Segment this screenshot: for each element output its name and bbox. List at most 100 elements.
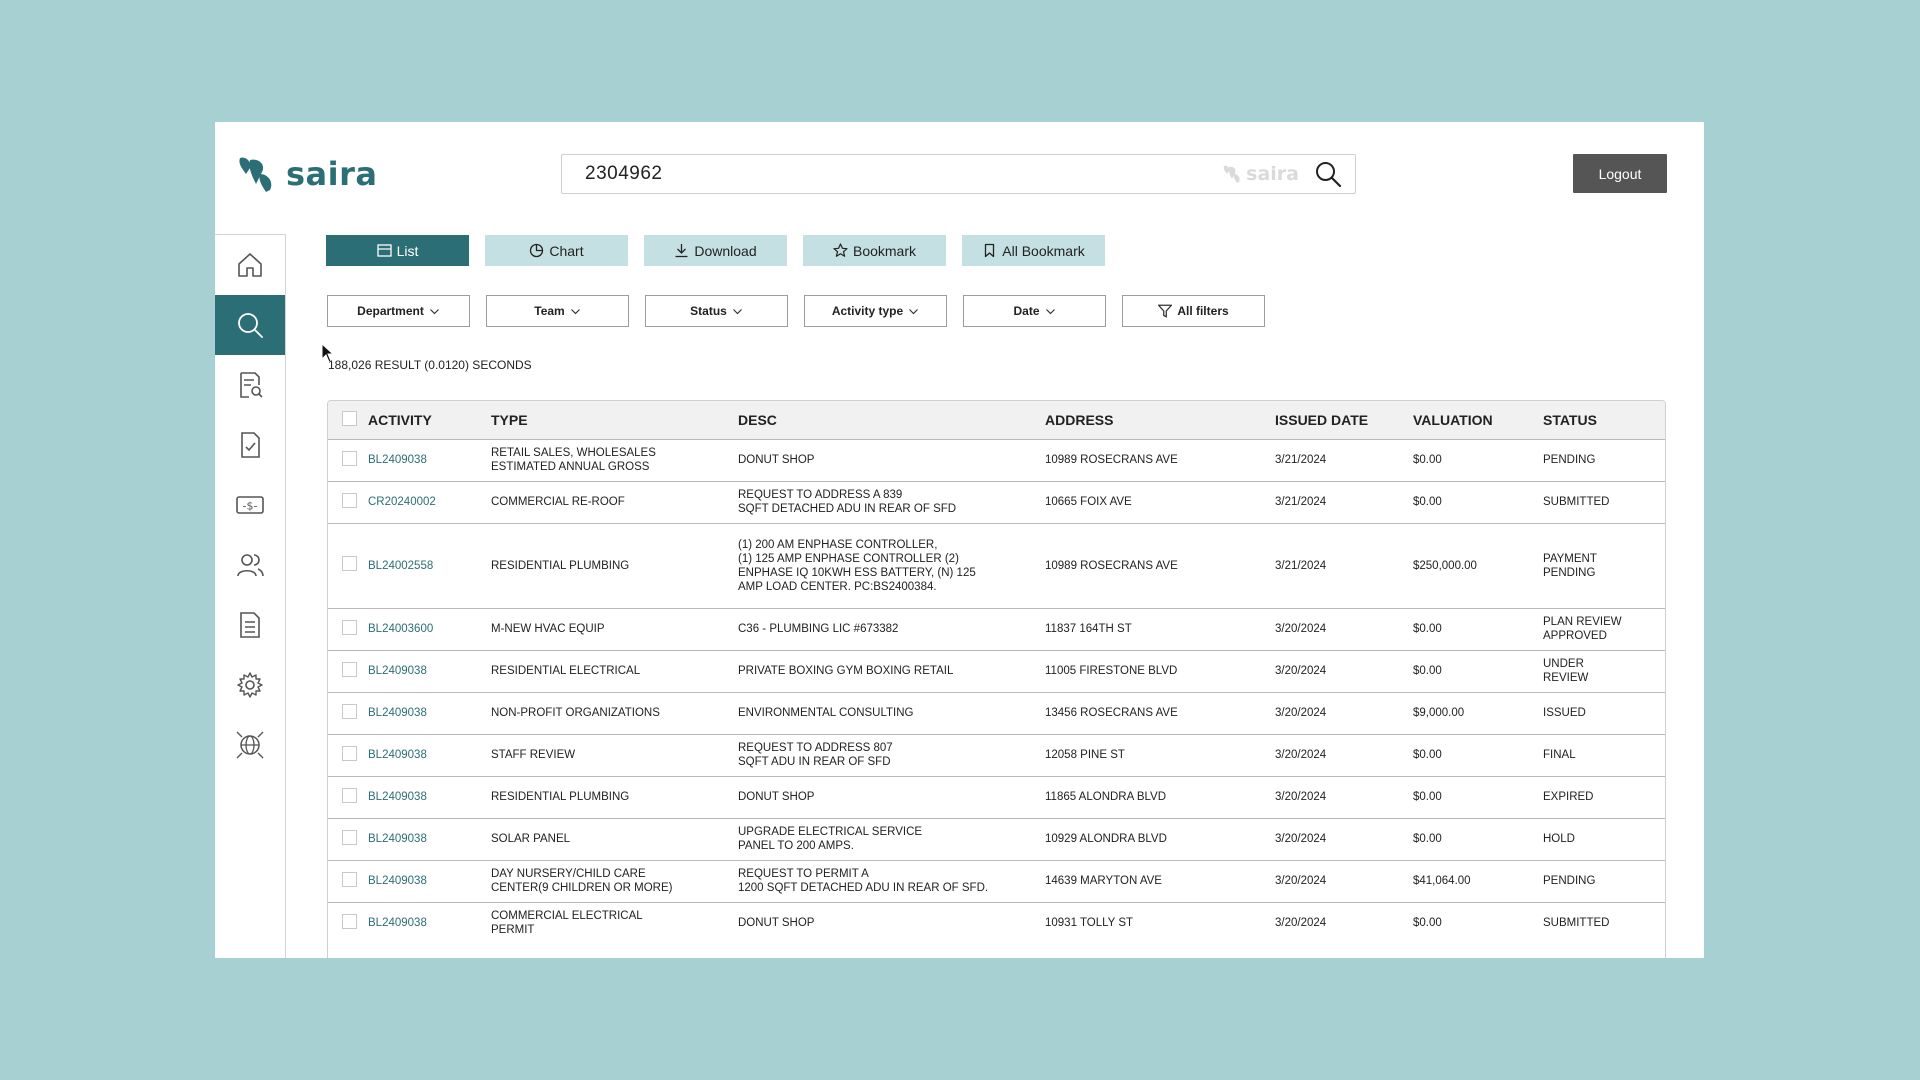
sidebar-item-users[interactable] bbox=[215, 535, 285, 595]
brand-logo[interactable]: saira bbox=[236, 154, 377, 194]
select-all-checkbox[interactable] bbox=[342, 410, 357, 426]
row-checkbox[interactable] bbox=[342, 829, 357, 845]
sidebar-item-documents[interactable] bbox=[215, 595, 285, 655]
column-header-issued-date[interactable]: ISSUED DATE bbox=[1275, 401, 1413, 439]
money-icon: -$- bbox=[236, 496, 264, 514]
table-row[interactable]: BL2409038 COMMERCIAL ELECTRICAL PERMIT DON… bbox=[328, 902, 1665, 944]
row-checkbox[interactable] bbox=[342, 745, 357, 761]
activity-type-filter-label: Activity type bbox=[831, 304, 904, 318]
sidebar-item-home[interactable] bbox=[215, 235, 285, 295]
sidebar-item-network[interactable] bbox=[215, 715, 285, 775]
row-checkbox[interactable] bbox=[342, 492, 357, 508]
cell-desc: DONUT SHOP bbox=[738, 917, 815, 930]
cell-desc: REQUEST TO ADDRESS A 839 SQFT DETACHED A… bbox=[738, 489, 957, 515]
column-header-type[interactable]: TYPE bbox=[491, 401, 738, 439]
table-row[interactable]: CR20240002 COMMERCIAL RE-ROOF REQUEST TO A… bbox=[328, 481, 1665, 523]
logout-button[interactable]: Logout bbox=[1573, 154, 1667, 193]
cell-activity[interactable]: BL2409038 bbox=[368, 692, 491, 734]
table-row[interactable]: BL2409038 STAFF REVIEW REQUEST TO ADDRESS … bbox=[328, 734, 1665, 776]
cell-valuation: $0.00 bbox=[1413, 791, 1442, 803]
column-header-status[interactable]: STATUS bbox=[1543, 401, 1665, 439]
cell-issued-date: 3/20/2024 bbox=[1275, 791, 1327, 803]
cell-type: DAY NURSERY/CHILD CARE CENTER(9 CHILDREN… bbox=[491, 868, 673, 894]
row-checkbox[interactable] bbox=[342, 450, 357, 466]
download-button[interactable]: Download bbox=[644, 235, 787, 266]
cell-valuation: $0.00 bbox=[1413, 917, 1442, 930]
department-filter-dropdown[interactable]: Department bbox=[327, 295, 470, 327]
column-header-activity[interactable]: ACTIVITY bbox=[368, 401, 491, 439]
search-input[interactable]: 2304962 bbox=[585, 163, 1222, 185]
row-select-cell bbox=[328, 692, 368, 734]
sidebar-item-settings[interactable] bbox=[215, 655, 285, 715]
row-checkbox[interactable] bbox=[342, 661, 357, 677]
cell-activity[interactable]: BL24002558 bbox=[368, 523, 491, 608]
bookmark-label: Bookmark bbox=[852, 242, 917, 259]
cell-activity[interactable]: BL2409038 bbox=[368, 860, 491, 902]
sidebar-item-payments[interactable]: -$- bbox=[215, 475, 285, 535]
list-view-button[interactable]: List bbox=[326, 235, 469, 266]
cell-valuation: $0.00 bbox=[1413, 749, 1442, 761]
cell-address: 10989 ROSECRANS AVE bbox=[1045, 559, 1178, 572]
team-filter-dropdown[interactable]: Team bbox=[486, 295, 629, 327]
sidebar-item-search[interactable] bbox=[215, 295, 285, 355]
cell-activity[interactable]: CR20240002 bbox=[368, 481, 491, 523]
bookmark-icon bbox=[985, 243, 995, 258]
column-header-desc[interactable]: DESC bbox=[738, 401, 1045, 439]
cell-valuation: $0.00 bbox=[1413, 833, 1442, 845]
cell-valuation: $0.00 bbox=[1413, 665, 1442, 677]
date-filter-label: Date bbox=[1013, 304, 1040, 318]
cell-address: 14639 MARYTON AVE bbox=[1045, 875, 1162, 887]
cell-activity[interactable]: BL2409038 bbox=[368, 650, 491, 692]
table-row[interactable]: BL24003600 M-NEW HVAC EQUIP C36 - PLUMBING… bbox=[328, 608, 1665, 650]
row-select-cell bbox=[328, 523, 368, 608]
table-row[interactable]: BL24002558 RESIDENTIAL PLUMBING (1) 200 AM… bbox=[328, 523, 1665, 608]
date-filter-dropdown[interactable]: Date bbox=[963, 295, 1106, 327]
cell-activity[interactable]: BL2409038 bbox=[368, 902, 491, 944]
column-header-address[interactable]: ADDRESS bbox=[1045, 401, 1275, 439]
column-header-valuation[interactable]: VALUATION bbox=[1413, 401, 1543, 439]
table-row[interactable]: BL2409038 RESIDENTIAL PLUMBING DONUT SHOP 1… bbox=[328, 776, 1665, 818]
row-checkbox[interactable] bbox=[342, 913, 357, 929]
cell-status: PLAN REVIEW APPROVED bbox=[1543, 616, 1622, 642]
row-checkbox[interactable] bbox=[342, 556, 357, 571]
bookmark-button[interactable]: Bookmark bbox=[803, 235, 946, 266]
chart-view-button[interactable]: Chart bbox=[485, 235, 628, 266]
table-row[interactable]: BL2409038 RESIDENTIAL ELECTRICAL PRIVATE B… bbox=[328, 650, 1665, 692]
cell-activity[interactable]: BL2409038 bbox=[368, 734, 491, 776]
cell-status: ISSUED bbox=[1543, 707, 1586, 719]
table-row[interactable]: BL2409038 NON-PROFIT ORGANIZATIONS ENVIRON… bbox=[328, 692, 1665, 734]
table-row[interactable]: BL2409038 DAY NURSERY/CHILD CARE CENTER(9… bbox=[328, 860, 1665, 902]
table-header-row: ACTIVITY TYPE DESC ADDRESS ISSUED DATE V… bbox=[328, 401, 1665, 439]
all-bookmark-button[interactable]: All Bookmark bbox=[962, 235, 1105, 266]
activity-type-filter-dropdown[interactable]: Activity type bbox=[804, 295, 947, 327]
table-row[interactable]: BL2409038 RETAIL SALES, WHOLESALES ESTIMA… bbox=[328, 439, 1665, 481]
cell-status: HOLD bbox=[1543, 833, 1575, 845]
cell-type: RESIDENTIAL PLUMBING bbox=[491, 791, 630, 803]
row-checkbox[interactable] bbox=[342, 871, 357, 887]
all-filters-button[interactable]: All filters bbox=[1122, 295, 1265, 327]
search-brand-watermark: saira bbox=[1222, 163, 1299, 185]
table-row[interactable]: BL2409038 SOLAR PANEL UPGRADE ELECTRICAL S… bbox=[328, 818, 1665, 860]
row-checkbox[interactable] bbox=[342, 703, 357, 719]
home-icon bbox=[238, 253, 262, 277]
cell-activity[interactable]: BL2409038 bbox=[368, 818, 491, 860]
settings-gear-icon bbox=[237, 672, 263, 698]
cell-type: STAFF REVIEW bbox=[491, 749, 576, 761]
cell-valuation: $250,000.00 bbox=[1413, 559, 1477, 572]
search-submit-icon[interactable] bbox=[1313, 159, 1343, 189]
sidebar-item-document-search[interactable] bbox=[215, 355, 285, 415]
row-select-cell bbox=[328, 481, 368, 523]
sidebar-item-document-check[interactable] bbox=[215, 415, 285, 475]
sidebar-nav: -$- bbox=[215, 234, 286, 958]
cell-activity[interactable]: BL24003600 bbox=[368, 608, 491, 650]
row-select-cell bbox=[328, 608, 368, 650]
select-all-cell bbox=[328, 401, 368, 439]
search-bar[interactable]: 2304962 saira bbox=[561, 154, 1356, 194]
cell-valuation: $9,000.00 bbox=[1413, 707, 1465, 719]
cell-activity[interactable]: BL2409038 bbox=[368, 776, 491, 818]
status-filter-dropdown[interactable]: Status bbox=[645, 295, 788, 327]
row-checkbox[interactable] bbox=[342, 619, 357, 635]
row-checkbox[interactable] bbox=[342, 787, 357, 803]
cell-activity[interactable]: BL2409038 bbox=[368, 439, 491, 481]
list-view-label: List bbox=[396, 242, 419, 259]
